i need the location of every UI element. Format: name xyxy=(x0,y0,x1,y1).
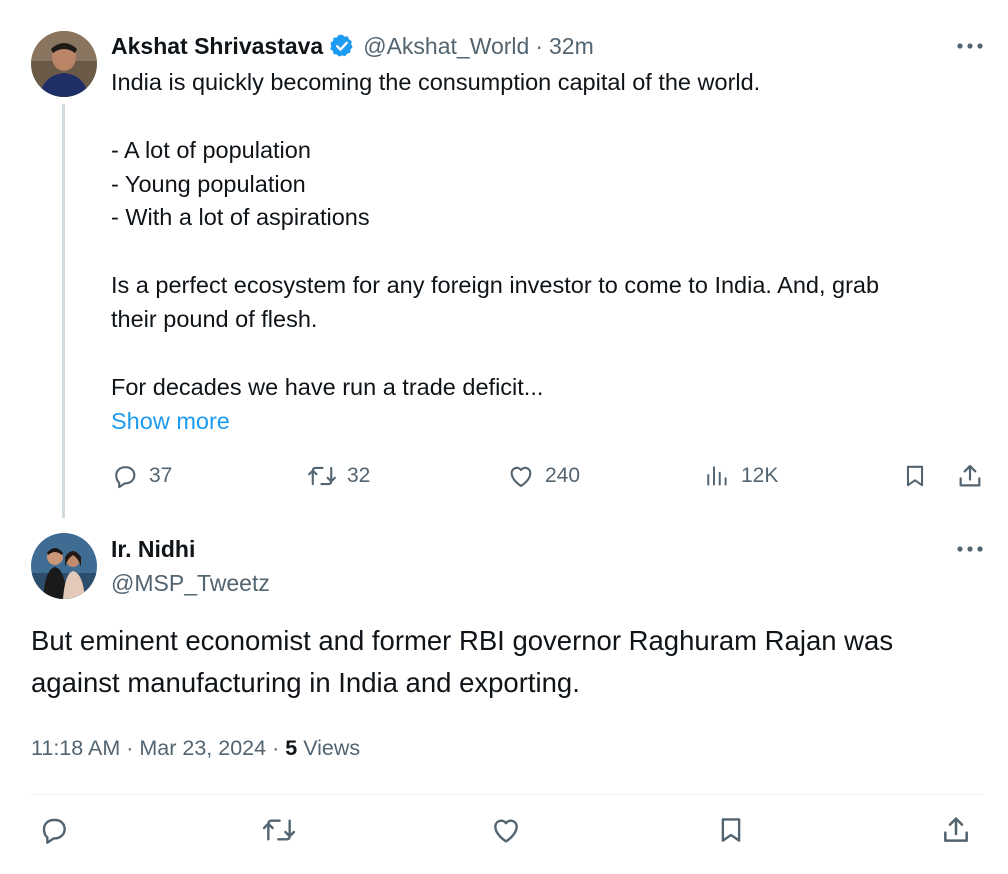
reply-button[interactable]: 37 xyxy=(111,462,172,490)
tweet-line: Is a perfect ecosystem for any foreign i… xyxy=(111,272,880,298)
like-icon xyxy=(494,819,518,843)
repost-icon xyxy=(308,466,336,486)
separator-dot: · xyxy=(535,32,544,59)
like-button[interactable]: 240 xyxy=(507,462,580,490)
share-icon xyxy=(959,464,981,487)
tweet-meta: 11:18 AM · Mar 23, 2024 · 5 Views xyxy=(31,734,360,762)
tweet-line: - With a lot of aspirations xyxy=(111,204,370,230)
bookmark-icon xyxy=(721,818,741,842)
repost-button[interactable]: 32 xyxy=(307,462,370,490)
tweet-line xyxy=(111,235,981,269)
reply-author-handle[interactable]: @MSP_Tweetz xyxy=(111,569,270,597)
parent-tweet-header: Akshat Shrivastava @Akshat_World · 32m xyxy=(111,32,594,60)
tweet-line: - A lot of population xyxy=(111,137,311,163)
divider xyxy=(31,794,984,795)
akshat-avatar[interactable] xyxy=(31,31,97,97)
separator-dot: · xyxy=(272,736,280,760)
tweet-line: their pound of flesh. xyxy=(111,306,318,332)
like-icon xyxy=(510,466,532,487)
author-name[interactable]: Akshat Shrivastava xyxy=(111,33,323,60)
share-icon xyxy=(944,817,968,842)
more-icon[interactable] xyxy=(955,36,985,56)
nidhi-avatar[interactable] xyxy=(31,533,97,599)
parent-tweet-text: India is quickly becoming the consumptio… xyxy=(111,66,981,439)
reply-tweet-text: But eminent economist and former RBI gov… xyxy=(31,620,981,704)
tweet-time[interactable]: 11:18 AM xyxy=(31,736,120,760)
views-icon xyxy=(707,466,727,486)
reply-author-name[interactable]: Ir. Nidhi xyxy=(111,535,195,563)
bookmark-icon xyxy=(906,465,924,487)
repost-icon xyxy=(262,819,296,841)
tweet-time[interactable]: 32m xyxy=(549,33,594,60)
separator-dot: · xyxy=(126,736,134,760)
tweet-line: But eminent economist and former RBI gov… xyxy=(31,625,894,656)
repost-count: 32 xyxy=(347,464,371,487)
tweet-line xyxy=(111,337,981,371)
like-count: 240 xyxy=(545,464,581,487)
bookmark-button[interactable] xyxy=(902,462,928,490)
reply-count: 37 xyxy=(149,464,173,487)
tweet-line: India is quickly becoming the consumptio… xyxy=(111,69,761,95)
show-more-link[interactable]: Show more xyxy=(111,405,981,439)
tweet-line: against manufacturing in India and expor… xyxy=(31,667,580,698)
thread-line xyxy=(62,104,65,518)
reply-icon xyxy=(115,466,136,489)
reply-icon xyxy=(42,818,66,844)
views-button[interactable]: 12K xyxy=(705,462,778,490)
views-count: 12K xyxy=(741,464,779,487)
bookmark-button[interactable] xyxy=(716,814,746,846)
repost-button[interactable] xyxy=(261,814,297,846)
share-button[interactable] xyxy=(940,814,972,846)
reply-button[interactable] xyxy=(38,814,70,846)
more-icon[interactable] xyxy=(955,539,985,559)
verified-badge-icon xyxy=(329,33,355,59)
tweet-date[interactable]: Mar 23, 2024 xyxy=(139,736,266,760)
tweet-line: - Young population xyxy=(111,171,306,197)
views-label: Views xyxy=(303,736,361,760)
like-button[interactable] xyxy=(490,814,522,846)
share-button[interactable] xyxy=(956,462,984,490)
tweet-line xyxy=(111,100,981,134)
author-handle[interactable]: @Akshat_World xyxy=(363,33,529,60)
views-count: 5 xyxy=(285,736,298,760)
tweet-line: For decades we have run a trade deficit.… xyxy=(111,374,544,400)
